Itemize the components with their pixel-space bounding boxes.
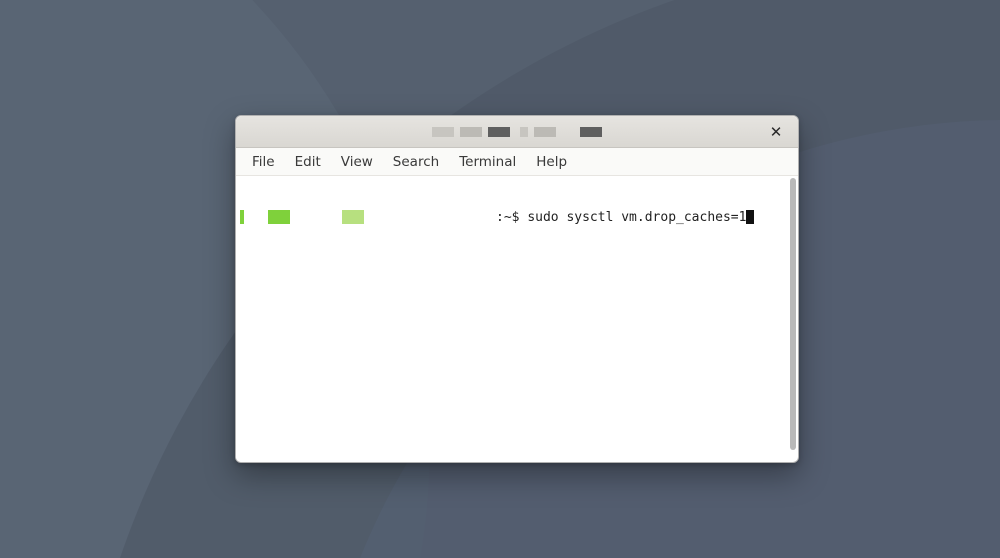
prompt-suffix: :~$ [496, 210, 527, 226]
menu-view[interactable]: View [331, 150, 383, 174]
titlebar[interactable]: ✕ [236, 116, 798, 148]
terminal-output[interactable]: :~$ sudo sysctl vm.drop_caches=1 [236, 176, 788, 462]
menu-terminal[interactable]: Terminal [449, 150, 526, 174]
scroll-thumb[interactable] [790, 178, 796, 450]
terminal-window: ✕ File Edit View Search Terminal Help :~… [235, 115, 799, 463]
menu-edit[interactable]: Edit [285, 150, 331, 174]
menu-search[interactable]: Search [383, 150, 449, 174]
cursor [746, 210, 754, 224]
menubar: File Edit View Search Terminal Help [236, 148, 798, 176]
user-host-redacted [240, 210, 364, 224]
menu-file[interactable]: File [242, 150, 285, 174]
menu-help[interactable]: Help [526, 150, 577, 174]
desktop: ✕ File Edit View Search Terminal Help :~… [0, 0, 1000, 558]
scrollbar[interactable] [788, 176, 798, 462]
prompt-line: :~$ sudo sysctl vm.drop_caches=1 [240, 210, 784, 226]
command-text: sudo sysctl vm.drop_caches=1 [527, 210, 746, 226]
terminal-body: :~$ sudo sysctl vm.drop_caches=1 [236, 176, 798, 462]
title-decoration [432, 127, 602, 137]
close-button[interactable]: ✕ [764, 116, 788, 148]
